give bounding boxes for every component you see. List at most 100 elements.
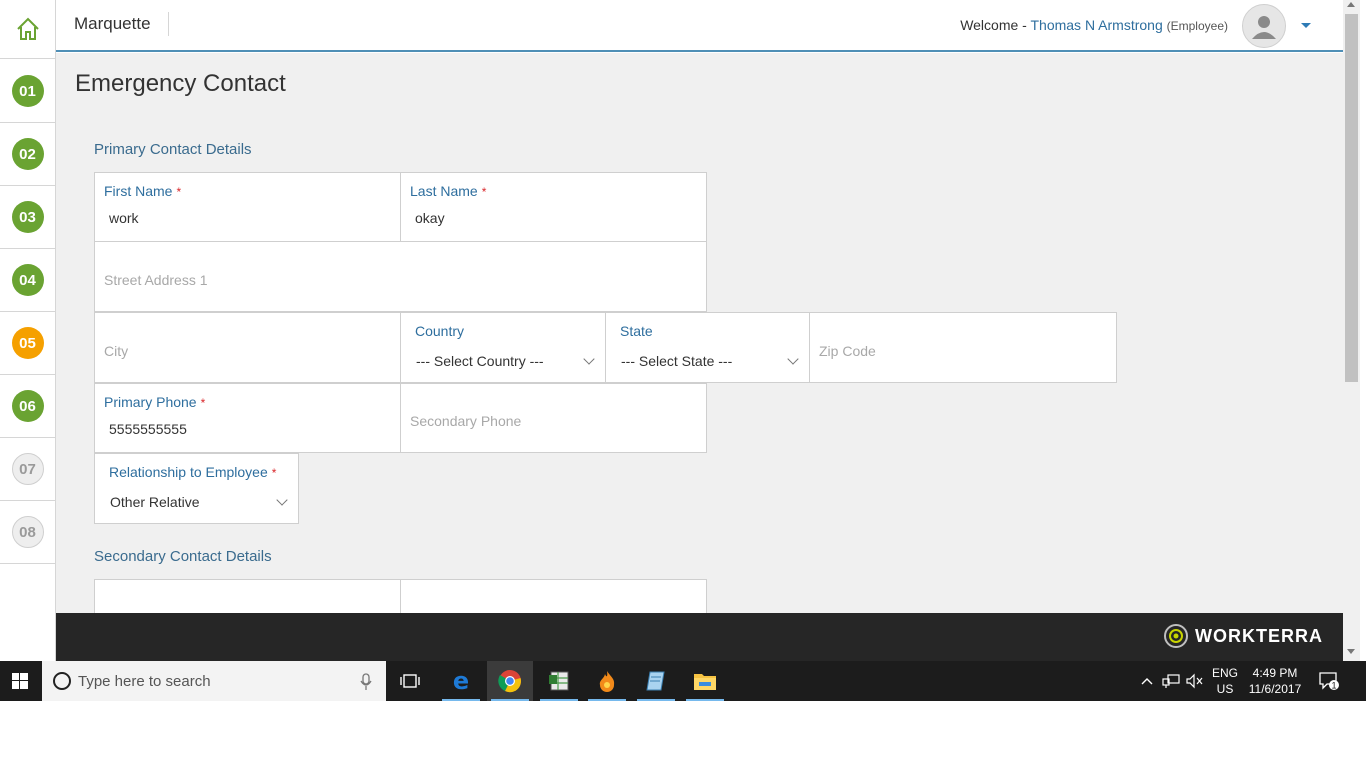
step-number: 01 (11, 75, 44, 107)
cortana-icon (53, 672, 71, 690)
windows-logo-icon (12, 673, 28, 689)
primary-phone-field[interactable]: Primary Phone * 5555555555 (94, 383, 401, 453)
workterra-logo: WORKTERRA (1163, 623, 1323, 649)
notes-app-icon (646, 671, 665, 691)
secondary-phone-field[interactable]: Secondary Phone (400, 383, 707, 453)
state-label: State (620, 323, 653, 339)
chevron-up-icon (1141, 678, 1153, 685)
taskbar-edge[interactable]: e (438, 661, 484, 701)
primary-contact-heading: Primary Contact Details (94, 141, 252, 158)
taskbar-file-explorer[interactable] (682, 661, 728, 701)
action-center-button[interactable]: 1 (1314, 661, 1344, 701)
microphone-icon[interactable] (360, 673, 372, 691)
last-name-field[interactable]: Last Name * okay (400, 172, 707, 242)
taskbar-app-flame[interactable] (584, 661, 630, 701)
user-menu-caret-icon[interactable] (1301, 23, 1311, 28)
step-06[interactable]: 06 (0, 375, 55, 438)
welcome-prefix: Welcome - (960, 17, 1027, 33)
volume-muted-icon (1186, 673, 1203, 689)
blank-area (0, 701, 1366, 768)
relationship-value: Other Relative (110, 494, 200, 510)
chevron-down-icon (583, 353, 595, 365)
user-name-link[interactable]: Thomas N Armstrong (1030, 17, 1162, 33)
step-number: 04 (11, 264, 44, 296)
spreadsheet-app-icon (549, 671, 569, 691)
taskbar-search-placeholder: Type here to search (78, 673, 211, 690)
step-sidebar: 01 02 03 04 05 06 07 08 (0, 0, 56, 661)
last-name-value: okay (415, 210, 445, 226)
user-icon (1252, 16, 1276, 39)
edge-icon: e (453, 669, 469, 693)
region-code: US (1216, 682, 1234, 696)
country-value: --- Select Country --- (416, 353, 544, 369)
secondary-contact-heading: Secondary Contact Details (94, 548, 272, 565)
first-name-field[interactable]: First Name * work (94, 172, 401, 242)
step-07[interactable]: 07 (0, 438, 55, 501)
welcome-text: Welcome - Thomas N Armstrong (Employee) (960, 17, 1228, 33)
secondary-first-name-field[interactable] (94, 579, 401, 613)
app-header: Marquette Welcome - Thomas N Armstrong (… (56, 0, 1343, 52)
first-name-label: First Name * (104, 183, 182, 199)
scroll-down-arrow-icon[interactable] (1347, 649, 1355, 654)
state-value: --- Select State --- (621, 353, 733, 369)
country-label: Country (415, 323, 465, 339)
input-language-indicator[interactable]: ENG US (1212, 665, 1238, 697)
step-08[interactable]: 08 (0, 501, 55, 564)
network-tray-button[interactable] (1159, 661, 1183, 701)
show-hidden-icons-button[interactable] (1136, 661, 1158, 701)
scroll-up-arrow-icon[interactable] (1347, 2, 1355, 7)
step-03[interactable]: 03 (0, 186, 55, 249)
scrollbar-thumb[interactable] (1345, 14, 1358, 382)
zip-code-placeholder: Zip Code (819, 343, 876, 359)
step-number: 05 (11, 327, 44, 359)
relationship-select[interactable]: Relationship to Employee * Other Relative (94, 453, 299, 524)
taskbar-app-notes[interactable] (633, 661, 679, 701)
clock-date: 11/6/2017 (1248, 682, 1302, 696)
start-button[interactable] (0, 661, 40, 701)
taskbar-search-box[interactable]: Type here to search (42, 661, 386, 701)
page-scrollbar[interactable] (1343, 0, 1360, 661)
step-01[interactable]: 01 (0, 60, 55, 123)
step-number: 03 (11, 201, 44, 233)
first-name-value: work (109, 210, 139, 226)
chevron-down-icon (787, 353, 799, 365)
step-number: 08 (11, 516, 44, 548)
country-select[interactable]: Country --- Select Country --- (400, 312, 606, 383)
workterra-logo-text: WORKTERRA (1195, 625, 1323, 646)
step-02[interactable]: 02 (0, 123, 55, 186)
page-title: Emergency Contact (75, 70, 286, 97)
task-view-button[interactable] (387, 661, 433, 701)
brand-name: Marquette (74, 14, 151, 33)
windows-taskbar: Type here to search e ENG US 4:49 PM 11/… (0, 661, 1366, 701)
city-field[interactable]: City (94, 312, 401, 383)
home-button[interactable] (0, 0, 55, 59)
step-number: 07 (11, 453, 44, 485)
avatar[interactable] (1242, 4, 1286, 48)
step-04[interactable]: 04 (0, 249, 55, 312)
volume-tray-button[interactable] (1183, 661, 1205, 701)
secondary-last-name-field[interactable] (400, 579, 707, 613)
street-address-1-placeholder: Street Address 1 (104, 272, 208, 288)
workterra-logo-icon (1164, 624, 1188, 648)
brand-divider (168, 12, 169, 36)
zip-code-field[interactable]: Zip Code (809, 312, 1117, 383)
city-placeholder: City (104, 343, 129, 359)
home-icon (16, 17, 39, 40)
step-number: 06 (11, 390, 44, 422)
folder-icon (694, 674, 716, 690)
flame-app-icon (599, 671, 615, 692)
main-content: Emergency Contact Primary Contact Detail… (56, 53, 1343, 613)
clock-time: 4:49 PM (1252, 666, 1298, 680)
notification-count: 1 (1331, 681, 1336, 691)
task-view-icon (400, 674, 420, 688)
taskbar-app-spreadsheet[interactable] (536, 661, 582, 701)
taskbar-chrome[interactable] (487, 661, 533, 701)
secondary-phone-placeholder: Secondary Phone (410, 413, 522, 429)
street-address-1-field[interactable]: Street Address 1 (94, 241, 707, 312)
state-select[interactable]: State --- Select State --- (605, 312, 810, 383)
last-name-label: Last Name * (410, 183, 487, 199)
taskbar-clock[interactable]: 4:49 PM 11/6/2017 (1246, 665, 1304, 697)
step-05[interactable]: 05 (0, 312, 55, 375)
step-number: 02 (11, 138, 44, 170)
svg-text:e: e (453, 669, 469, 693)
